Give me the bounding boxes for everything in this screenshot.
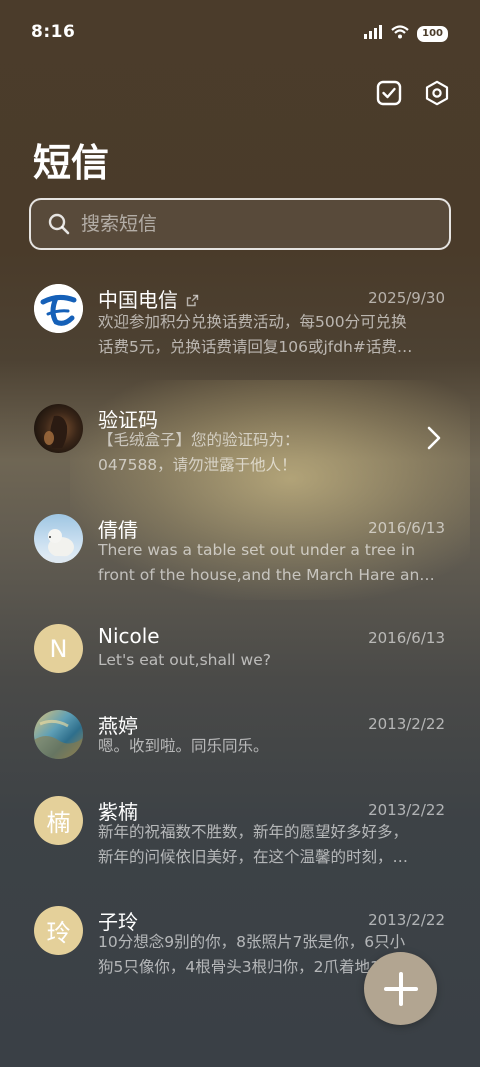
checkbox-icon [376, 80, 402, 106]
battery-indicator: 100 [417, 25, 448, 42]
letter-avatar: N [34, 624, 83, 673]
plus-icon [383, 971, 418, 1006]
conversation-list: 中国电信 2025/9/30 欢迎参加积分兑换话费活动，每500分可兑换 话费5… [0, 270, 480, 992]
contact-name: Nicole [98, 624, 160, 648]
settings-hexagon-icon [425, 80, 449, 106]
status-bar: 8:16 100 [0, 0, 480, 66]
photo-avatar [34, 404, 83, 453]
message-snippet: 【毛绒盒子】您的验证码为： 047588，请勿泄露于他人！ [98, 431, 300, 474]
polar-bear-avatar [34, 514, 83, 563]
message-snippet: 欢迎参加积分兑换话费活动，每500分可兑换 话费5元，兑换话费请回复106或jf… [98, 313, 413, 356]
message-snippet: 嗯。收到啦。同乐同乐。 [98, 737, 269, 755]
message-date: 2013/2/22 [368, 715, 445, 733]
letter-avatar: 楠 [34, 796, 83, 845]
conversation-item[interactable]: 燕婷 2013/2/22 嗯。收到啦。同乐同乐。 [0, 686, 480, 772]
settings-button[interactable] [422, 78, 452, 108]
message-snippet: 新年的祝福数不胜数，新年的愿望好多好多， 新年的问候依旧美好，在这个温馨的时刻，… [98, 823, 409, 866]
search-icon [48, 213, 70, 235]
message-date: 2025/9/30 [368, 289, 445, 307]
letter-avatar: 玲 [34, 906, 83, 955]
contact-name: 中国电信 [98, 288, 178, 312]
system-icons: 100 [363, 24, 448, 43]
signal-icon [363, 24, 383, 43]
landscape-avatar [34, 710, 83, 759]
conversation-item[interactable]: N Nicole 2016/6/13 Let's eat out,shall w… [0, 600, 480, 686]
message-date: 2016/6/13 [368, 629, 445, 647]
message-date: 2013/2/22 [368, 911, 445, 929]
message-snippet: Let's eat out,shall we? [98, 651, 271, 669]
conversation-item[interactable]: 倩倩 2016/6/13 There was a table set out u… [0, 490, 480, 600]
page-title: 短信 [33, 141, 110, 185]
status-time: 8:16 [31, 22, 76, 42]
select-button[interactable] [374, 78, 404, 108]
top-actions [374, 78, 452, 108]
external-link-icon [187, 294, 199, 307]
wifi-icon [391, 24, 409, 43]
telecom-logo-icon [34, 284, 83, 333]
chevron-right-icon[interactable] [426, 426, 442, 454]
search-input[interactable] [79, 212, 413, 236]
message-date: 2016/6/13 [368, 519, 445, 537]
conversation-item[interactable]: 楠 紫楠 2013/2/22 新年的祝福数不胜数，新年的愿望好多好多， 新年的问… [0, 772, 480, 882]
search-bar[interactable] [29, 198, 451, 250]
compose-button[interactable] [364, 952, 437, 1025]
conversation-item[interactable]: 中国电信 2025/9/30 欢迎参加积分兑换话费活动，每500分可兑换 话费5… [0, 270, 480, 380]
conversation-item[interactable]: 验证码 【毛绒盒子】您的验证码为： 047588，请勿泄露于他人！ [0, 380, 480, 490]
message-snippet: There was a table set out under a tree i… [98, 541, 435, 584]
message-date: 2013/2/22 [368, 801, 445, 819]
